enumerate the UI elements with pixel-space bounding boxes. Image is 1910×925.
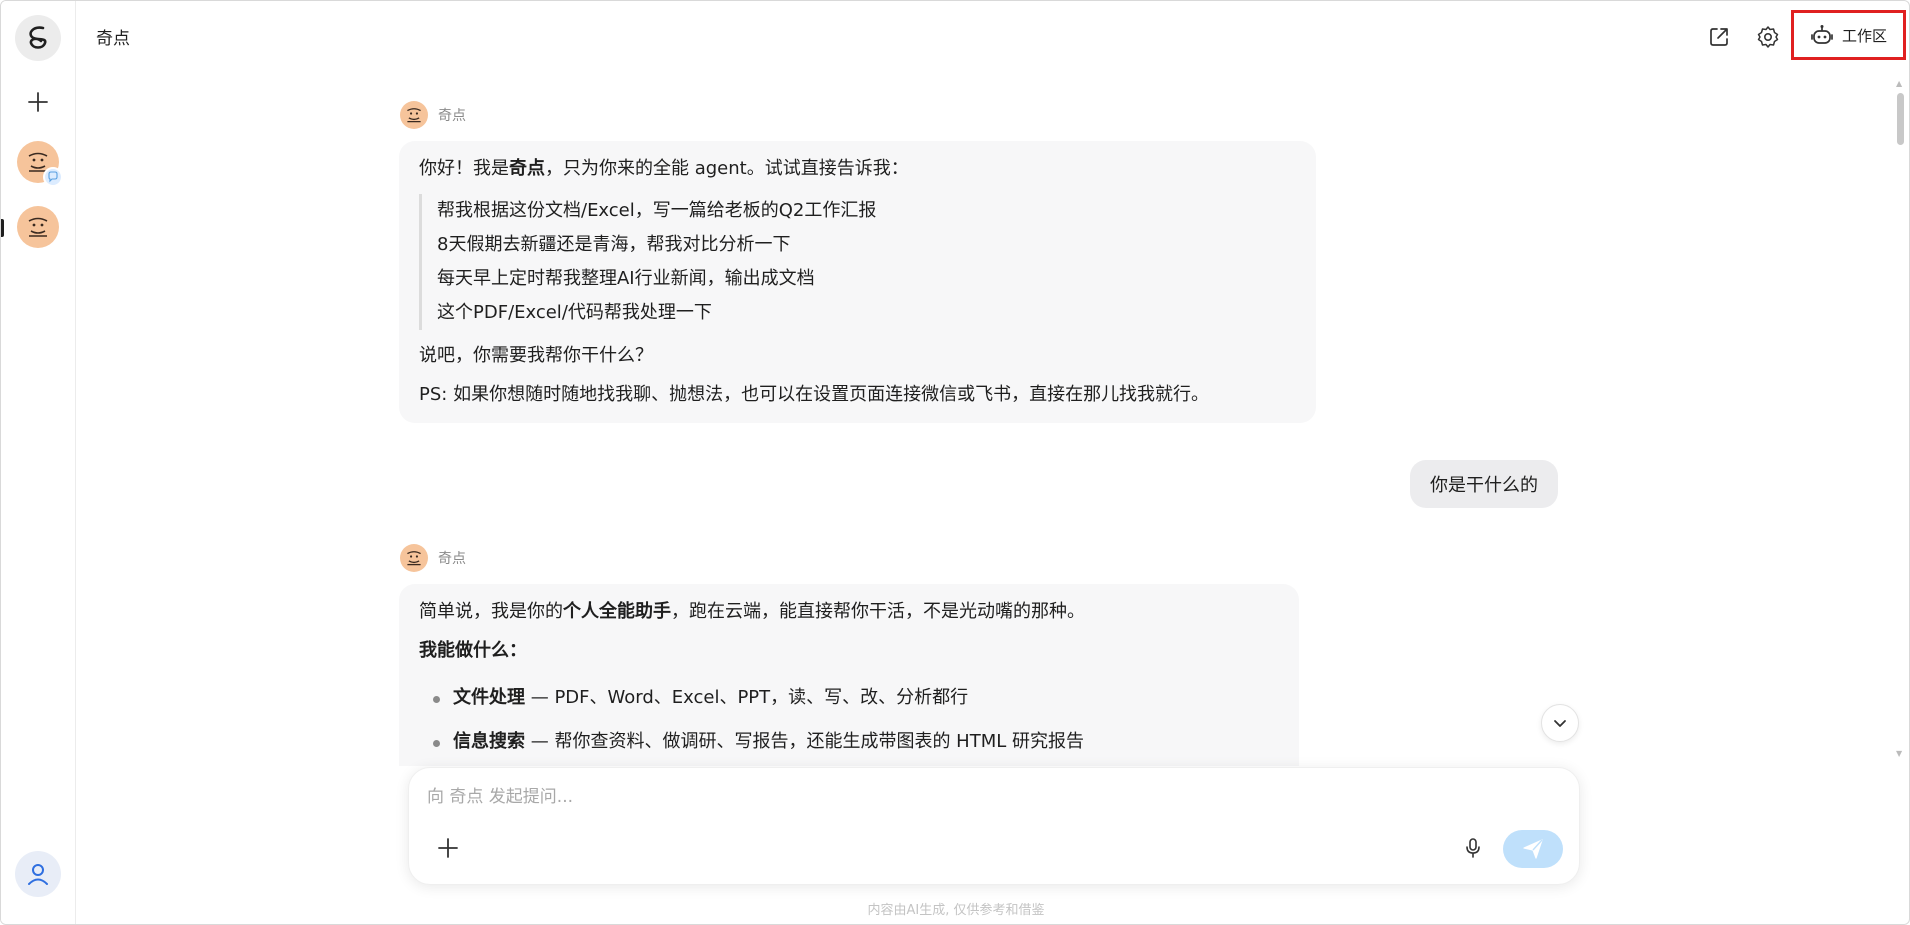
plus-icon xyxy=(438,838,458,858)
summary-suffix: ，跑在云端，能直接帮你干活，不是光动嘴的那种。 xyxy=(671,601,1085,622)
user-icon xyxy=(28,864,48,885)
bot-summary-line: 简单说，我是你的个人全能助手，跑在云端，能直接帮你干活，不是光动嘴的那种。 xyxy=(419,598,1279,627)
intro-suffix: ，只为你来的全能 agent。试试直接告诉我： xyxy=(545,158,909,179)
message-composer xyxy=(408,767,1580,885)
active-indicator xyxy=(1,219,4,237)
example-item: 这个PDF/Excel/代码帮我处理一下 xyxy=(437,301,712,323)
capabilities-heading-text: 我能做什么： xyxy=(419,639,527,661)
capability-title: 文件处理 xyxy=(453,686,525,708)
share-button[interactable] xyxy=(1701,19,1737,55)
sidebar-agent-chat[interactable] xyxy=(17,141,63,187)
scroll-down-arrow[interactable]: ▼ xyxy=(1896,749,1902,758)
example-item: 帮我根据这份文档/Excel，写一篇给老板的Q2工作汇报 xyxy=(437,199,877,221)
bot-message-bubble: 简单说，我是你的个人全能助手，跑在云端，能直接帮你干活，不是光动嘴的那种。 我能… xyxy=(399,584,1299,766)
workspace-label: 工作区 xyxy=(1841,26,1887,45)
capabilities-list: 文件处理 — PDF、Word、Excel、PPT，读、写、改、分析都行 信息搜… xyxy=(419,676,1279,764)
share-icon xyxy=(1710,28,1728,46)
user-profile-button[interactable] xyxy=(15,851,61,897)
send-icon xyxy=(1523,839,1543,859)
bot-ps-line: PS: 如果你想随时随地找我聊、抛想法，也可以在设置页面连接微信或飞书，直接在那… xyxy=(419,383,1210,405)
message-list[interactable]: 奇点 你好！我是奇点，只为你来的全能 agent。试试直接告诉我： 帮我根据这份… xyxy=(76,71,1901,766)
bot-message-bubble: 你好！我是奇点，只为你来的全能 agent。试试直接告诉我： 帮我根据这份文档/… xyxy=(399,141,1316,424)
attach-button[interactable] xyxy=(433,833,463,863)
workspace-button[interactable]: 工作区 xyxy=(1791,10,1906,60)
mic-icon xyxy=(1466,838,1480,858)
example-item: 每天早上定时帮我整理AI行业新闻，输出成文档 xyxy=(437,267,815,289)
bot-message-header: 奇点 xyxy=(400,544,466,572)
app-window: 奇点 工作区 奇点 你好！我是奇点，只为你来的全能 agent。试试直接告诉我：… xyxy=(0,0,1910,925)
agent-avatar-icon xyxy=(28,217,48,237)
bot-name: 奇点 xyxy=(438,108,466,124)
sidebar-agent-active[interactable] xyxy=(17,206,59,248)
new-chat-button[interactable] xyxy=(23,87,53,117)
bot-name: 奇点 xyxy=(438,551,466,567)
send-button[interactable] xyxy=(1503,830,1563,868)
scroll-up-arrow[interactable]: ▲ xyxy=(1896,79,1902,88)
intro-bold: 奇点 xyxy=(509,158,545,179)
ai-disclaimer: 内容由AI生成, 仅供参考和借鉴 xyxy=(867,903,1045,918)
capability-desc: — PDF、Word、Excel、PPT，读、写、改、分析都行 xyxy=(525,686,969,708)
summary-bold: 个人全能助手 xyxy=(563,601,671,622)
bot-ask-line: 说吧，你需要我帮你干什么？ xyxy=(419,344,653,366)
plus-icon xyxy=(28,92,48,112)
page-title: 奇点 xyxy=(96,29,130,49)
logo-icon[interactable] xyxy=(15,15,61,61)
scroll-to-bottom-button[interactable] xyxy=(1541,704,1579,742)
intro-prefix: 你好！我是 xyxy=(419,158,509,179)
bot-avatar xyxy=(400,101,428,129)
bot-message-header: 奇点 xyxy=(400,101,466,129)
capabilities-heading: 我能做什么： xyxy=(419,637,1279,666)
message-input[interactable] xyxy=(427,782,1527,812)
agent-avatar-icon xyxy=(407,551,421,566)
example-quote: 帮我根据这份文档/Excel，写一篇给老板的Q2工作汇报 8天假期去新疆还是青海… xyxy=(419,193,1296,330)
voice-input-button[interactable] xyxy=(1459,834,1487,862)
chevron-down-icon xyxy=(1554,720,1566,727)
example-item: 8天假期去新疆还是青海，帮我对比分析一下 xyxy=(437,233,791,255)
chat-bubble-icon xyxy=(43,167,63,187)
list-item: 文件处理 — PDF、Word、Excel、PPT，读、写、改、分析都行 xyxy=(419,676,1279,720)
robot-icon xyxy=(1811,25,1833,44)
user-message-bubble: 你是干什么的 xyxy=(1410,460,1558,508)
gear-icon xyxy=(1757,26,1779,48)
list-item: 信息搜索 — 帮你查资料、做调研、写报告，还能生成带图表的 HTML 研究报告 xyxy=(419,720,1279,764)
settings-button[interactable] xyxy=(1750,19,1786,55)
capability-title: 信息搜索 xyxy=(453,730,525,752)
bot-intro-line: 你好！我是奇点，只为你来的全能 agent。试试直接告诉我： xyxy=(419,155,1296,184)
summary-prefix: 简单说，我是你的 xyxy=(419,601,563,622)
bot-avatar xyxy=(400,544,428,572)
sidebar xyxy=(1,1,76,924)
scrollbar-thumb[interactable] xyxy=(1897,93,1904,145)
capability-desc: — 帮你查资料、做调研、写报告，还能生成带图表的 HTML 研究报告 xyxy=(525,730,1084,752)
agent-avatar-icon xyxy=(407,108,421,123)
